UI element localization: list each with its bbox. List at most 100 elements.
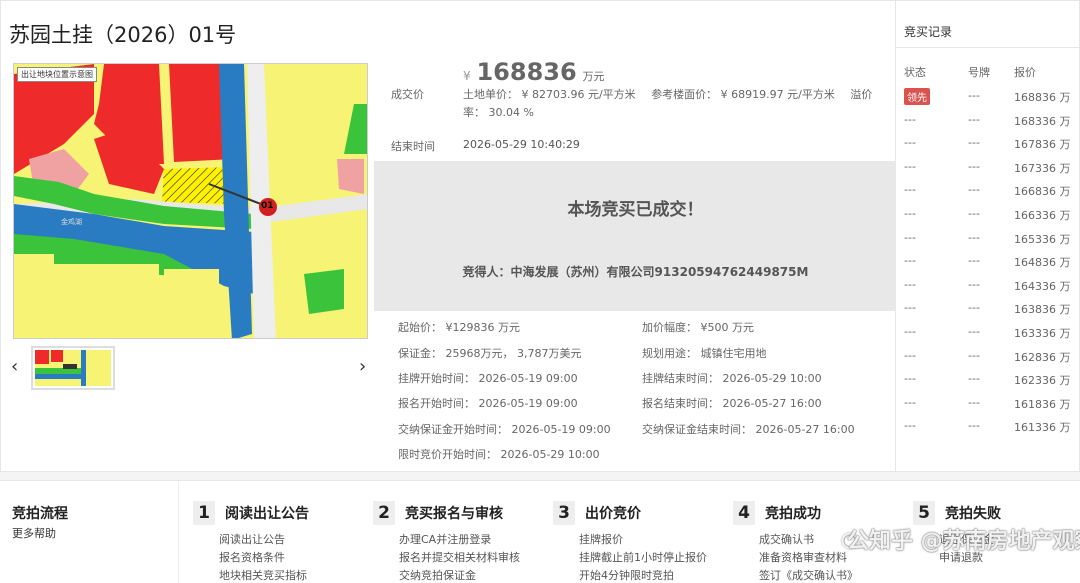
step-name: 竞买报名与审核 bbox=[405, 506, 503, 522]
header-plate: 号牌 bbox=[968, 66, 990, 79]
row-plate: --- bbox=[968, 89, 980, 102]
row-price: 163836 万 bbox=[1014, 303, 1071, 317]
row-plate: --- bbox=[968, 136, 980, 150]
table-row: --- --- 166336 万 bbox=[896, 203, 1079, 227]
step-number: 5 bbox=[913, 501, 935, 525]
table-row: --- --- 165336 万 bbox=[896, 227, 1079, 251]
row-status: --- bbox=[904, 254, 916, 268]
row-status: --- bbox=[904, 183, 916, 197]
chevron-left-icon[interactable]: ‹ bbox=[11, 356, 18, 377]
row-status: --- bbox=[904, 348, 916, 362]
row-price: 167836 万 bbox=[1014, 138, 1071, 152]
thumbnail-strip: ‹ › bbox=[9, 346, 371, 390]
page-title: 苏园土挂（2026）01号 bbox=[9, 23, 237, 47]
price-details: 土地单价： ¥ 82703.96 元/平方米 参考楼面价： ¥ 68919.97… bbox=[463, 86, 888, 122]
row-plate: --- bbox=[968, 254, 980, 268]
winner-info: 竞得人：中海发展（苏州）有限公司91320594762449875M bbox=[462, 265, 809, 279]
row-status: --- bbox=[904, 207, 916, 220]
row-plate: --- bbox=[968, 183, 980, 197]
step-link[interactable]: 地块相关竞买指标 bbox=[219, 567, 307, 583]
row-plate: --- bbox=[968, 395, 980, 409]
step-link[interactable]: 阅读出让公告 bbox=[219, 531, 285, 547]
header-price: 报价 bbox=[1014, 66, 1036, 79]
row-plate: --- bbox=[968, 348, 980, 362]
row-plate: --- bbox=[968, 112, 980, 126]
row-status: --- bbox=[904, 395, 916, 409]
row-price: 164336 万 bbox=[1014, 279, 1071, 293]
table-row: --- --- 164836 万 bbox=[896, 250, 1079, 274]
watermark: 公知乎 @苏南房地产观察 bbox=[847, 529, 1080, 554]
step-link[interactable]: 成交确认书 bbox=[759, 531, 814, 547]
step-link[interactable]: 报名并提交相关材料审核 bbox=[399, 549, 520, 565]
step-link[interactable]: 签订《成交确认书》 bbox=[759, 567, 858, 583]
end-time-label: 结束时间 bbox=[391, 140, 435, 153]
row-status: --- bbox=[904, 230, 916, 244]
deal-price-label: 成交价 bbox=[391, 88, 424, 101]
map-legend: 出让地块位置示意图 bbox=[17, 67, 97, 82]
row-price: 162336 万 bbox=[1014, 374, 1071, 388]
row-plate: --- bbox=[968, 277, 980, 291]
location-map[interactable]: 出让地块位置示意图 01 金鸡湖 bbox=[13, 63, 368, 339]
step-name: 出价竞价 bbox=[585, 506, 641, 522]
registration-end: 报名结束时间： 2026-05-27 16:00 bbox=[642, 397, 822, 410]
row-status: --- bbox=[904, 301, 916, 315]
row-price: 166336 万 bbox=[1014, 209, 1071, 222]
row-price: 166836 万 bbox=[1014, 185, 1071, 199]
table-row: --- --- 167336 万 bbox=[896, 156, 1079, 180]
row-plate: --- bbox=[968, 372, 980, 386]
row-status: 领先 bbox=[904, 88, 930, 105]
more-help-link[interactable]: 更多帮助 bbox=[12, 525, 56, 541]
step-number: 2 bbox=[373, 501, 395, 525]
table-row: --- --- 162836 万 bbox=[896, 345, 1079, 369]
page-root: 苏园土挂（2026）01号 出让地块位置示意图 01 金鸡湖 ‹ › 成交价 ¥… bbox=[0, 0, 1080, 583]
step-name: 竞拍失败 bbox=[945, 506, 1001, 522]
row-plate: --- bbox=[968, 301, 980, 315]
step-name: 阅读出让公告 bbox=[225, 506, 309, 522]
row-price: 161336 万 bbox=[1014, 421, 1071, 435]
result-box: 本场竞买已成交！ 竞得人：中海发展（苏州）有限公司913205947624498… bbox=[374, 161, 897, 311]
step-number: 3 bbox=[553, 501, 575, 525]
main-panel: 苏园土挂（2026）01号 出让地块位置示意图 01 金鸡湖 ‹ › 成交价 ¥… bbox=[0, 0, 897, 472]
row-status: --- bbox=[904, 419, 916, 433]
step-number: 4 bbox=[733, 501, 755, 525]
limited-bid-start: 限时竞价开始时间： 2026-05-29 10:00 bbox=[398, 448, 600, 461]
row-status: --- bbox=[904, 372, 916, 386]
unit-price: 土地单价： ¥ 82703.96 元/平方米 bbox=[463, 88, 636, 101]
row-price: 162836 万 bbox=[1014, 350, 1071, 364]
planned-usage: 规划用途： 城镇住宅用地 bbox=[642, 347, 767, 360]
flow-steps: 1 阅读出让公告 阅读出让公告 报名资格条件 地块相关竞买指标 2 竞买报名与审核 办理CA并… bbox=[178, 481, 1080, 583]
step-link[interactable]: 挂牌报价 bbox=[579, 531, 623, 547]
row-status: --- bbox=[904, 112, 916, 126]
row-price: 165336 万 bbox=[1014, 232, 1071, 246]
table-row: --- --- 164336 万 bbox=[896, 274, 1079, 298]
row-plate: --- bbox=[968, 230, 980, 244]
bid-records-title: 竞买记录 bbox=[904, 25, 953, 39]
deal-price-unit: 万元 bbox=[582, 70, 605, 83]
step-link[interactable]: 开始4分钟限时竞拍 bbox=[579, 567, 674, 583]
deposit-end: 交纳保证金结束时间： 2026-05-27 16:00 bbox=[642, 423, 855, 436]
table-row: --- --- 162336 万 bbox=[896, 368, 1079, 392]
step-link[interactable]: 挂牌截止前1小时停止报价 bbox=[579, 549, 707, 565]
row-price: 161836 万 bbox=[1014, 397, 1071, 411]
row-plate: --- bbox=[968, 207, 980, 220]
table-row: --- --- 166836 万 bbox=[896, 179, 1079, 203]
row-price: 167336 万 bbox=[1014, 161, 1071, 175]
bid-increment: 加价幅度： ¥500 万元 bbox=[642, 321, 754, 334]
deal-price-amount: 168836 bbox=[476, 58, 577, 86]
header-status: 状态 bbox=[904, 66, 926, 79]
row-plate: --- bbox=[968, 325, 980, 338]
row-status: --- bbox=[904, 159, 916, 173]
step-link[interactable]: 准备资格审查材料 bbox=[759, 549, 847, 565]
map-thumbnail[interactable] bbox=[31, 346, 115, 390]
divider bbox=[896, 47, 1079, 48]
step-link[interactable]: 交纳竞拍保证金 bbox=[399, 567, 476, 583]
step-link[interactable]: 报名资格条件 bbox=[219, 549, 285, 565]
deposit: 保证金： 25968万元， 3,787万美元 bbox=[398, 347, 582, 360]
floor-price: 参考楼面价： ¥ 68919.97 元/平方米 bbox=[651, 88, 835, 101]
flow-title: 竞拍流程 bbox=[12, 506, 68, 522]
row-plate: --- bbox=[968, 159, 980, 173]
step-link[interactable]: 办理CA并注册登录 bbox=[399, 531, 491, 547]
bid-records-panel: 竞买记录 状态 号牌 报价 领先 --- 168836 万 --- --- 168336 … bbox=[896, 0, 1080, 472]
deal-price: ¥ 168836 万元 bbox=[463, 58, 605, 86]
chevron-right-icon[interactable]: › bbox=[359, 356, 366, 377]
